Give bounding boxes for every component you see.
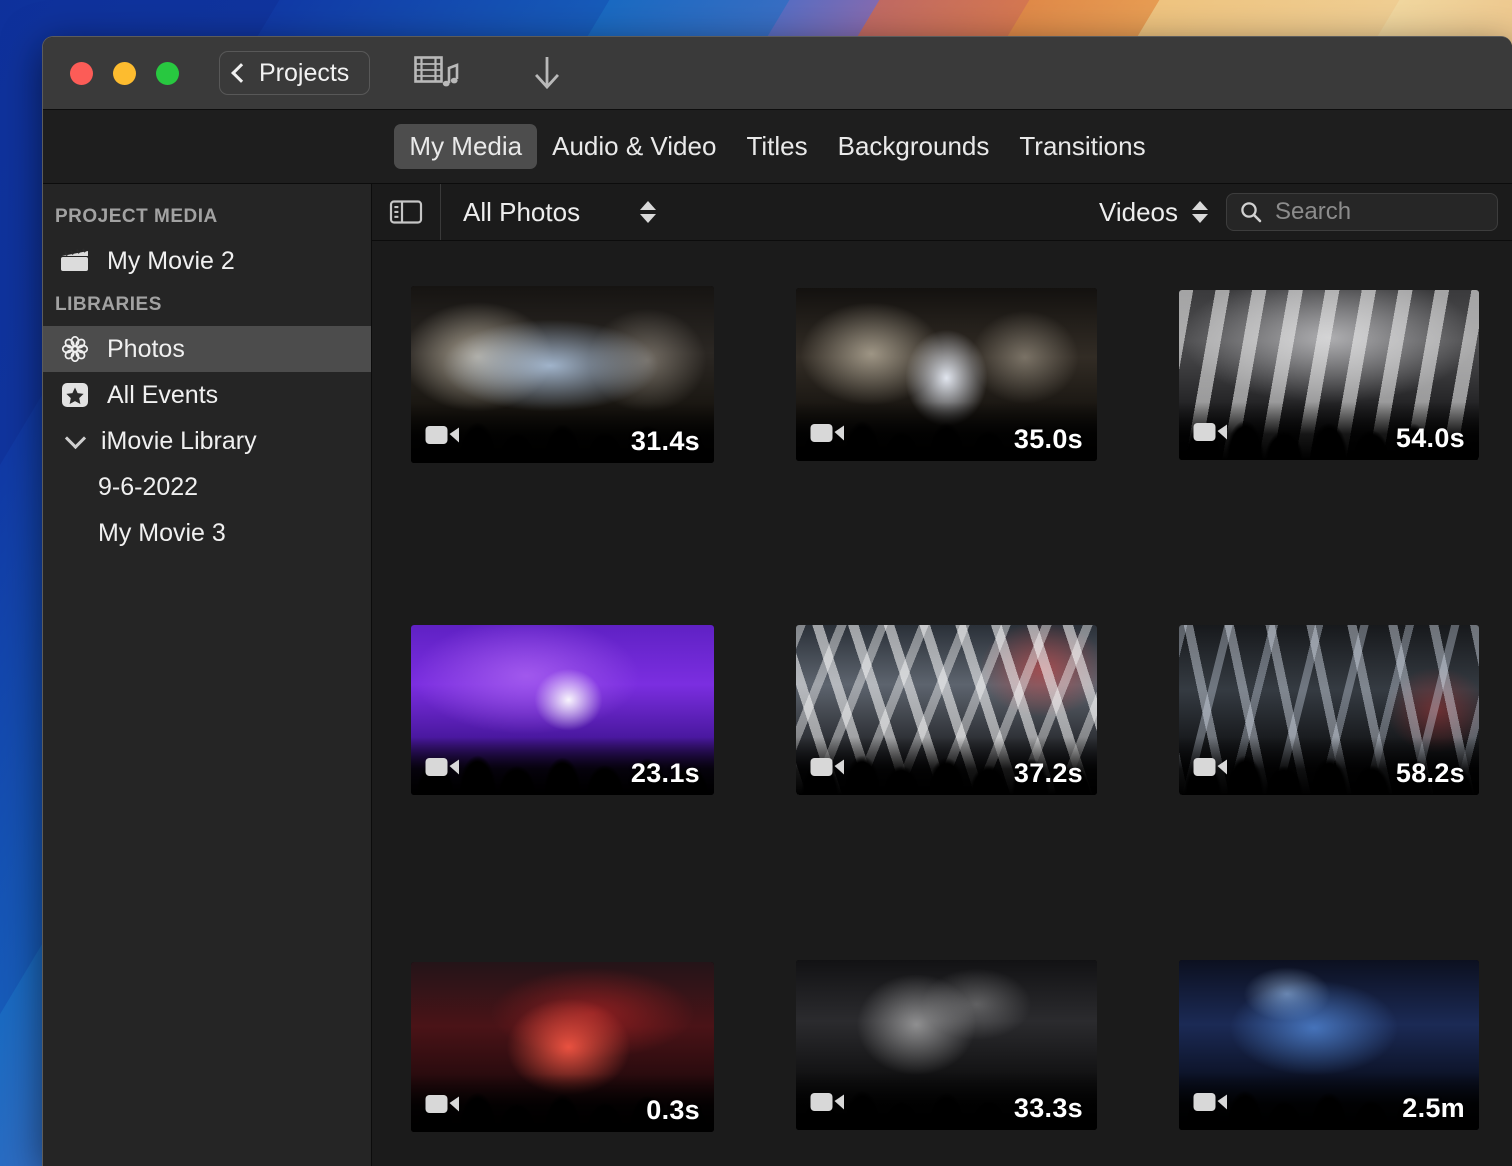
- media-thumbnail[interactable]: 33.3s: [796, 960, 1097, 1130]
- media-thumbnail[interactable]: 58.2s: [1179, 625, 1479, 795]
- duration-badge: 37.2s: [1014, 758, 1083, 789]
- sidebar-section-header-libraries: LIBRARIES: [43, 284, 371, 326]
- duration-badge: 35.0s: [1014, 424, 1083, 455]
- media-thumbnail[interactable]: 2.5m: [1179, 960, 1479, 1130]
- chevron-down-icon[interactable]: [55, 431, 95, 452]
- window-titlebar: Projects: [43, 37, 1512, 110]
- clapperboard-icon: [55, 247, 95, 275]
- duration-badge: 58.2s: [1396, 758, 1465, 789]
- back-to-projects-button[interactable]: Projects: [219, 51, 370, 95]
- tab-audio-video[interactable]: Audio & Video: [537, 124, 731, 169]
- search-icon: [1239, 200, 1263, 224]
- browser-toolbar: All Photos Videos: [372, 184, 1512, 241]
- traffic-light-group: [70, 62, 179, 85]
- close-button[interactable]: [70, 62, 93, 85]
- filter-popup-label: Videos: [1099, 197, 1178, 228]
- media-thumbnail-grid: 31.4s 35.0s 54.0s 23.1s 37.2s 58.2s 0.3s 33.3s 2…: [372, 241, 1512, 1166]
- sidebar-item-label: My Movie 3: [98, 519, 226, 548]
- sidebar-item-label: 9-6-2022: [98, 473, 198, 502]
- source-popup-label: All Photos: [463, 197, 580, 228]
- sidebar-item-my-movie-2[interactable]: My Movie 2: [43, 238, 371, 284]
- media-tab-bar: My Media Audio & Video Titles Background…: [43, 110, 1512, 184]
- duration-badge: 2.5m: [1402, 1093, 1465, 1124]
- sidebar-item-label: My Movie 2: [107, 247, 235, 276]
- sidebar: PROJECT MEDIA My Movie 2 LIBRARIES: [43, 184, 372, 1166]
- window-body: PROJECT MEDIA My Movie 2 LIBRARIES: [43, 184, 1512, 1166]
- media-browser: All Photos Videos: [372, 184, 1512, 1166]
- sidebar-item-all-events[interactable]: All Events: [43, 372, 371, 418]
- sidebar-item-label: All Events: [107, 381, 218, 410]
- search-input[interactable]: [1273, 197, 1485, 227]
- sidebar-section-header-project-media: PROJECT MEDIA: [43, 196, 371, 238]
- sidebar-item-my-movie-3[interactable]: My Movie 3: [43, 510, 371, 556]
- chevron-updown-icon: [1192, 201, 1208, 223]
- tab-backgrounds[interactable]: Backgrounds: [823, 124, 1005, 169]
- tab-transitions[interactable]: Transitions: [1004, 124, 1160, 169]
- imovie-window: Projects My Media Audio & Vi: [42, 36, 1512, 1166]
- sidebar-toggle-icon[interactable]: [372, 184, 441, 240]
- media-thumbnail[interactable]: 35.0s: [796, 288, 1097, 461]
- search-field[interactable]: [1226, 193, 1498, 231]
- duration-badge: 31.4s: [631, 426, 700, 457]
- chevron-left-icon: [231, 63, 251, 83]
- video-camera-icon: [425, 423, 461, 452]
- video-camera-icon: [425, 755, 461, 784]
- tab-titles[interactable]: Titles: [731, 124, 822, 169]
- media-thumbnail[interactable]: 0.3s: [411, 962, 714, 1132]
- sidebar-item-photos[interactable]: Photos: [43, 326, 371, 372]
- duration-badge: 23.1s: [631, 758, 700, 789]
- chevron-updown-icon: [640, 201, 656, 223]
- duration-badge: 33.3s: [1014, 1093, 1083, 1124]
- source-popup-button[interactable]: All Photos: [463, 197, 656, 228]
- media-thumbnail[interactable]: 23.1s: [411, 625, 714, 795]
- sidebar-item-imovie-library[interactable]: iMovie Library: [43, 418, 371, 464]
- video-camera-icon: [1193, 755, 1229, 784]
- video-camera-icon: [810, 1090, 846, 1119]
- video-camera-icon: [425, 1092, 461, 1121]
- tab-my-media[interactable]: My Media: [394, 124, 537, 169]
- duration-badge: 54.0s: [1396, 423, 1465, 454]
- duration-badge: 0.3s: [646, 1095, 700, 1126]
- video-camera-icon: [810, 755, 846, 784]
- media-thumbnail[interactable]: 54.0s: [1179, 290, 1479, 460]
- sidebar-item-label: Photos: [107, 335, 185, 364]
- filter-popup-button[interactable]: Videos: [1099, 197, 1208, 228]
- video-camera-icon: [810, 421, 846, 450]
- video-camera-icon: [1193, 420, 1229, 449]
- download-icon[interactable]: [532, 53, 562, 93]
- sidebar-item-9-6-2022[interactable]: 9-6-2022: [43, 464, 371, 510]
- media-thumbnail[interactable]: 31.4s: [411, 286, 714, 463]
- star-square-icon: [55, 380, 95, 410]
- back-to-projects-label: Projects: [259, 59, 349, 88]
- minimize-button[interactable]: [113, 62, 136, 85]
- media-thumbnail[interactable]: 37.2s: [796, 625, 1097, 795]
- sidebar-item-label: iMovie Library: [101, 427, 257, 456]
- photos-flower-icon: [55, 334, 95, 364]
- video-camera-icon: [1193, 1090, 1229, 1119]
- film-music-icon[interactable]: [414, 54, 460, 92]
- zoom-button[interactable]: [156, 62, 179, 85]
